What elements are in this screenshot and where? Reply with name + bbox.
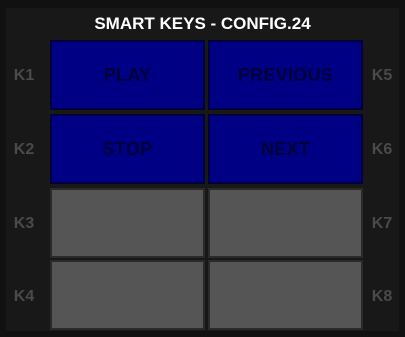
key-label-k4: K4 [13, 288, 35, 305]
key-k6-next-button[interactable]: NEXT [208, 114, 363, 184]
key-label-k3: K3 [13, 215, 35, 232]
key-k8-empty-button[interactable] [208, 260, 363, 330]
key-k4-empty-button[interactable] [50, 260, 205, 330]
key-label-k7: K7 [371, 215, 393, 232]
key-k3-empty-button[interactable] [50, 188, 205, 258]
key-k7-empty-button[interactable] [208, 188, 363, 258]
key-k2-stop-button[interactable]: STOP [50, 114, 205, 184]
key-label-k8: K8 [371, 288, 393, 305]
panel-title: SMART KEYS - CONFIG.24 [94, 14, 311, 33]
key-label-k1: K1 [13, 67, 35, 84]
key-k5-previous-button[interactable]: PREVIOUS [208, 40, 363, 110]
key-label-k2: K2 [13, 141, 35, 158]
key-k1-play-button[interactable]: PLAY [50, 40, 205, 110]
key-label-k5: K5 [371, 67, 393, 84]
key-label-k6: K6 [371, 141, 393, 158]
